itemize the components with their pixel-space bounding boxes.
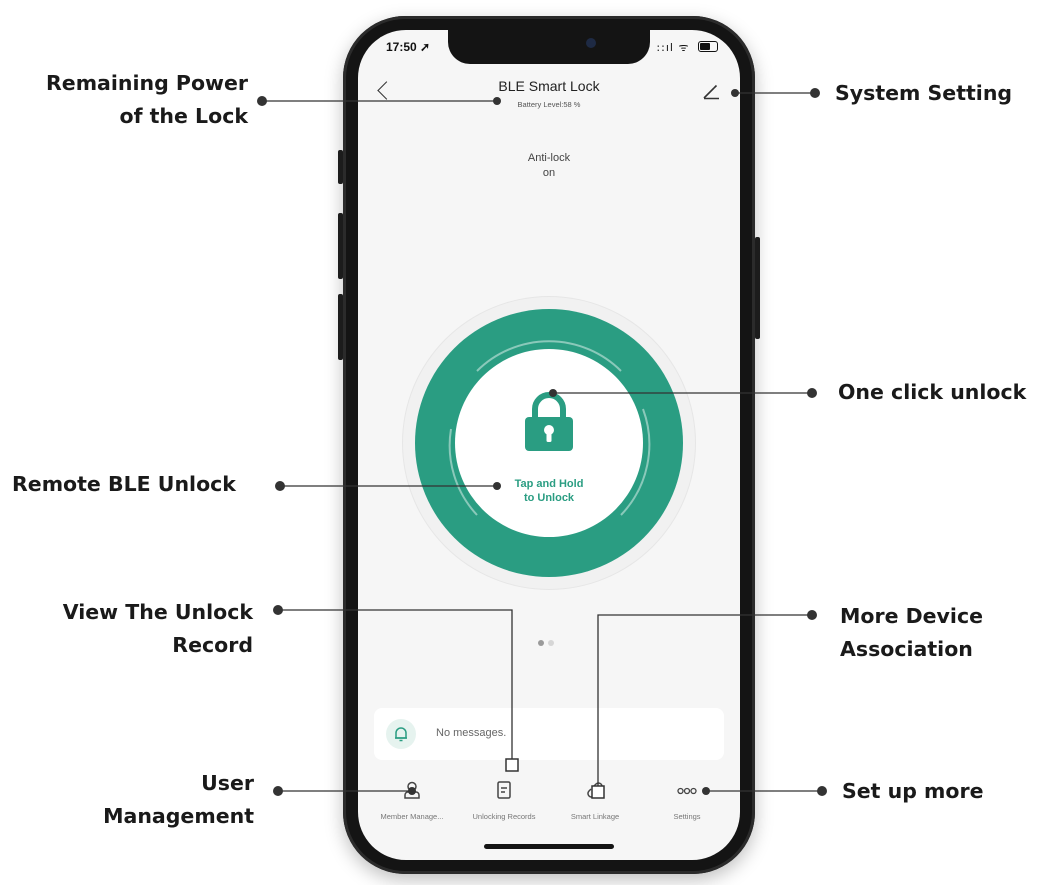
battery-level: Battery Level:58 %	[517, 100, 581, 109]
callout-more-device-association: More Device Association	[840, 600, 983, 666]
callout-user-management: User Management	[10, 767, 254, 833]
callout-remaining-power: Remaining Power of the Lock	[10, 67, 248, 133]
nav-unlocking-records[interactable]: Unlocking Records	[458, 774, 550, 826]
record-icon	[497, 781, 511, 799]
page-indicator	[538, 631, 558, 650]
more-icon	[677, 787, 697, 795]
callout-line: Record	[172, 633, 253, 657]
nav-smart-linkage[interactable]: Smart Linkage	[549, 774, 641, 826]
callout-line: More Device	[840, 604, 983, 628]
bell-icon	[395, 727, 407, 742]
page-dot[interactable]	[548, 640, 554, 646]
volume-up-button	[338, 213, 343, 279]
callout-one-click-unlock: One click unlock	[838, 380, 1027, 404]
bell-badge	[386, 719, 416, 749]
unlock-label-line2: to Unlock	[523, 492, 575, 504]
anti-lock-label: Anti-lock	[527, 152, 571, 164]
nav-settings[interactable]: Settings	[641, 774, 733, 826]
callout-line: Association	[840, 637, 973, 661]
unlock-label: Tap and Hold to Unlock	[455, 477, 643, 505]
page-title: BLE Smart Lock	[498, 78, 600, 94]
power-button	[755, 237, 760, 339]
bottom-nav: Member Manage... Unlocking Records Smart…	[366, 774, 732, 826]
nav-label: Settings	[673, 812, 701, 821]
battery-icon	[698, 41, 718, 52]
page-dot-active[interactable]	[538, 640, 544, 646]
unlock-button[interactable]: Tap and Hold to Unlock	[455, 349, 643, 537]
callout-line: View The Unlock	[62, 600, 253, 624]
nav-label: Smart Linkage	[570, 812, 620, 821]
home-indicator	[484, 844, 614, 849]
phone-screen: 17:50 ➚ ::ıl ᯤ BLE Smart Lock Battery Le…	[358, 30, 740, 860]
signal-wifi-icon: ::ıl ᯤ	[656, 41, 690, 54]
padlock-icon	[525, 392, 573, 451]
nav-label: Member Manage...	[380, 812, 444, 821]
nav-label: Unlocking Records	[472, 812, 536, 821]
unlock-label-line1: Tap and Hold	[514, 478, 584, 490]
callout-remote-ble-unlock: Remote BLE Unlock	[12, 472, 236, 496]
mute-switch	[338, 150, 343, 184]
callout-view-unlock-record: View The Unlock Record	[10, 596, 253, 662]
messages-text: No messages.	[436, 727, 507, 739]
link-icon	[587, 782, 603, 798]
edit-icon[interactable]	[702, 84, 720, 100]
front-camera	[586, 38, 596, 48]
callout-line: User	[201, 771, 254, 795]
callout-line: Remaining Power	[46, 71, 248, 95]
nav-member-management[interactable]: Member Manage...	[366, 774, 458, 826]
callout-line: of the Lock	[119, 104, 248, 128]
message-card[interactable]: No messages.	[374, 708, 724, 760]
anti-lock-state: on	[542, 167, 556, 179]
callout-system-setting: System Setting	[835, 81, 1013, 105]
anti-lock-status: Anti-lock on	[358, 151, 740, 181]
volume-down-button	[338, 294, 343, 360]
status-icons: ::ıl ᯤ	[656, 40, 718, 55]
status-time: 17:50 ➚	[386, 40, 431, 54]
callout-set-up-more: Set up more	[842, 779, 984, 803]
callout-line: Management	[103, 804, 254, 828]
user-icon	[404, 781, 420, 799]
notch	[448, 30, 650, 64]
